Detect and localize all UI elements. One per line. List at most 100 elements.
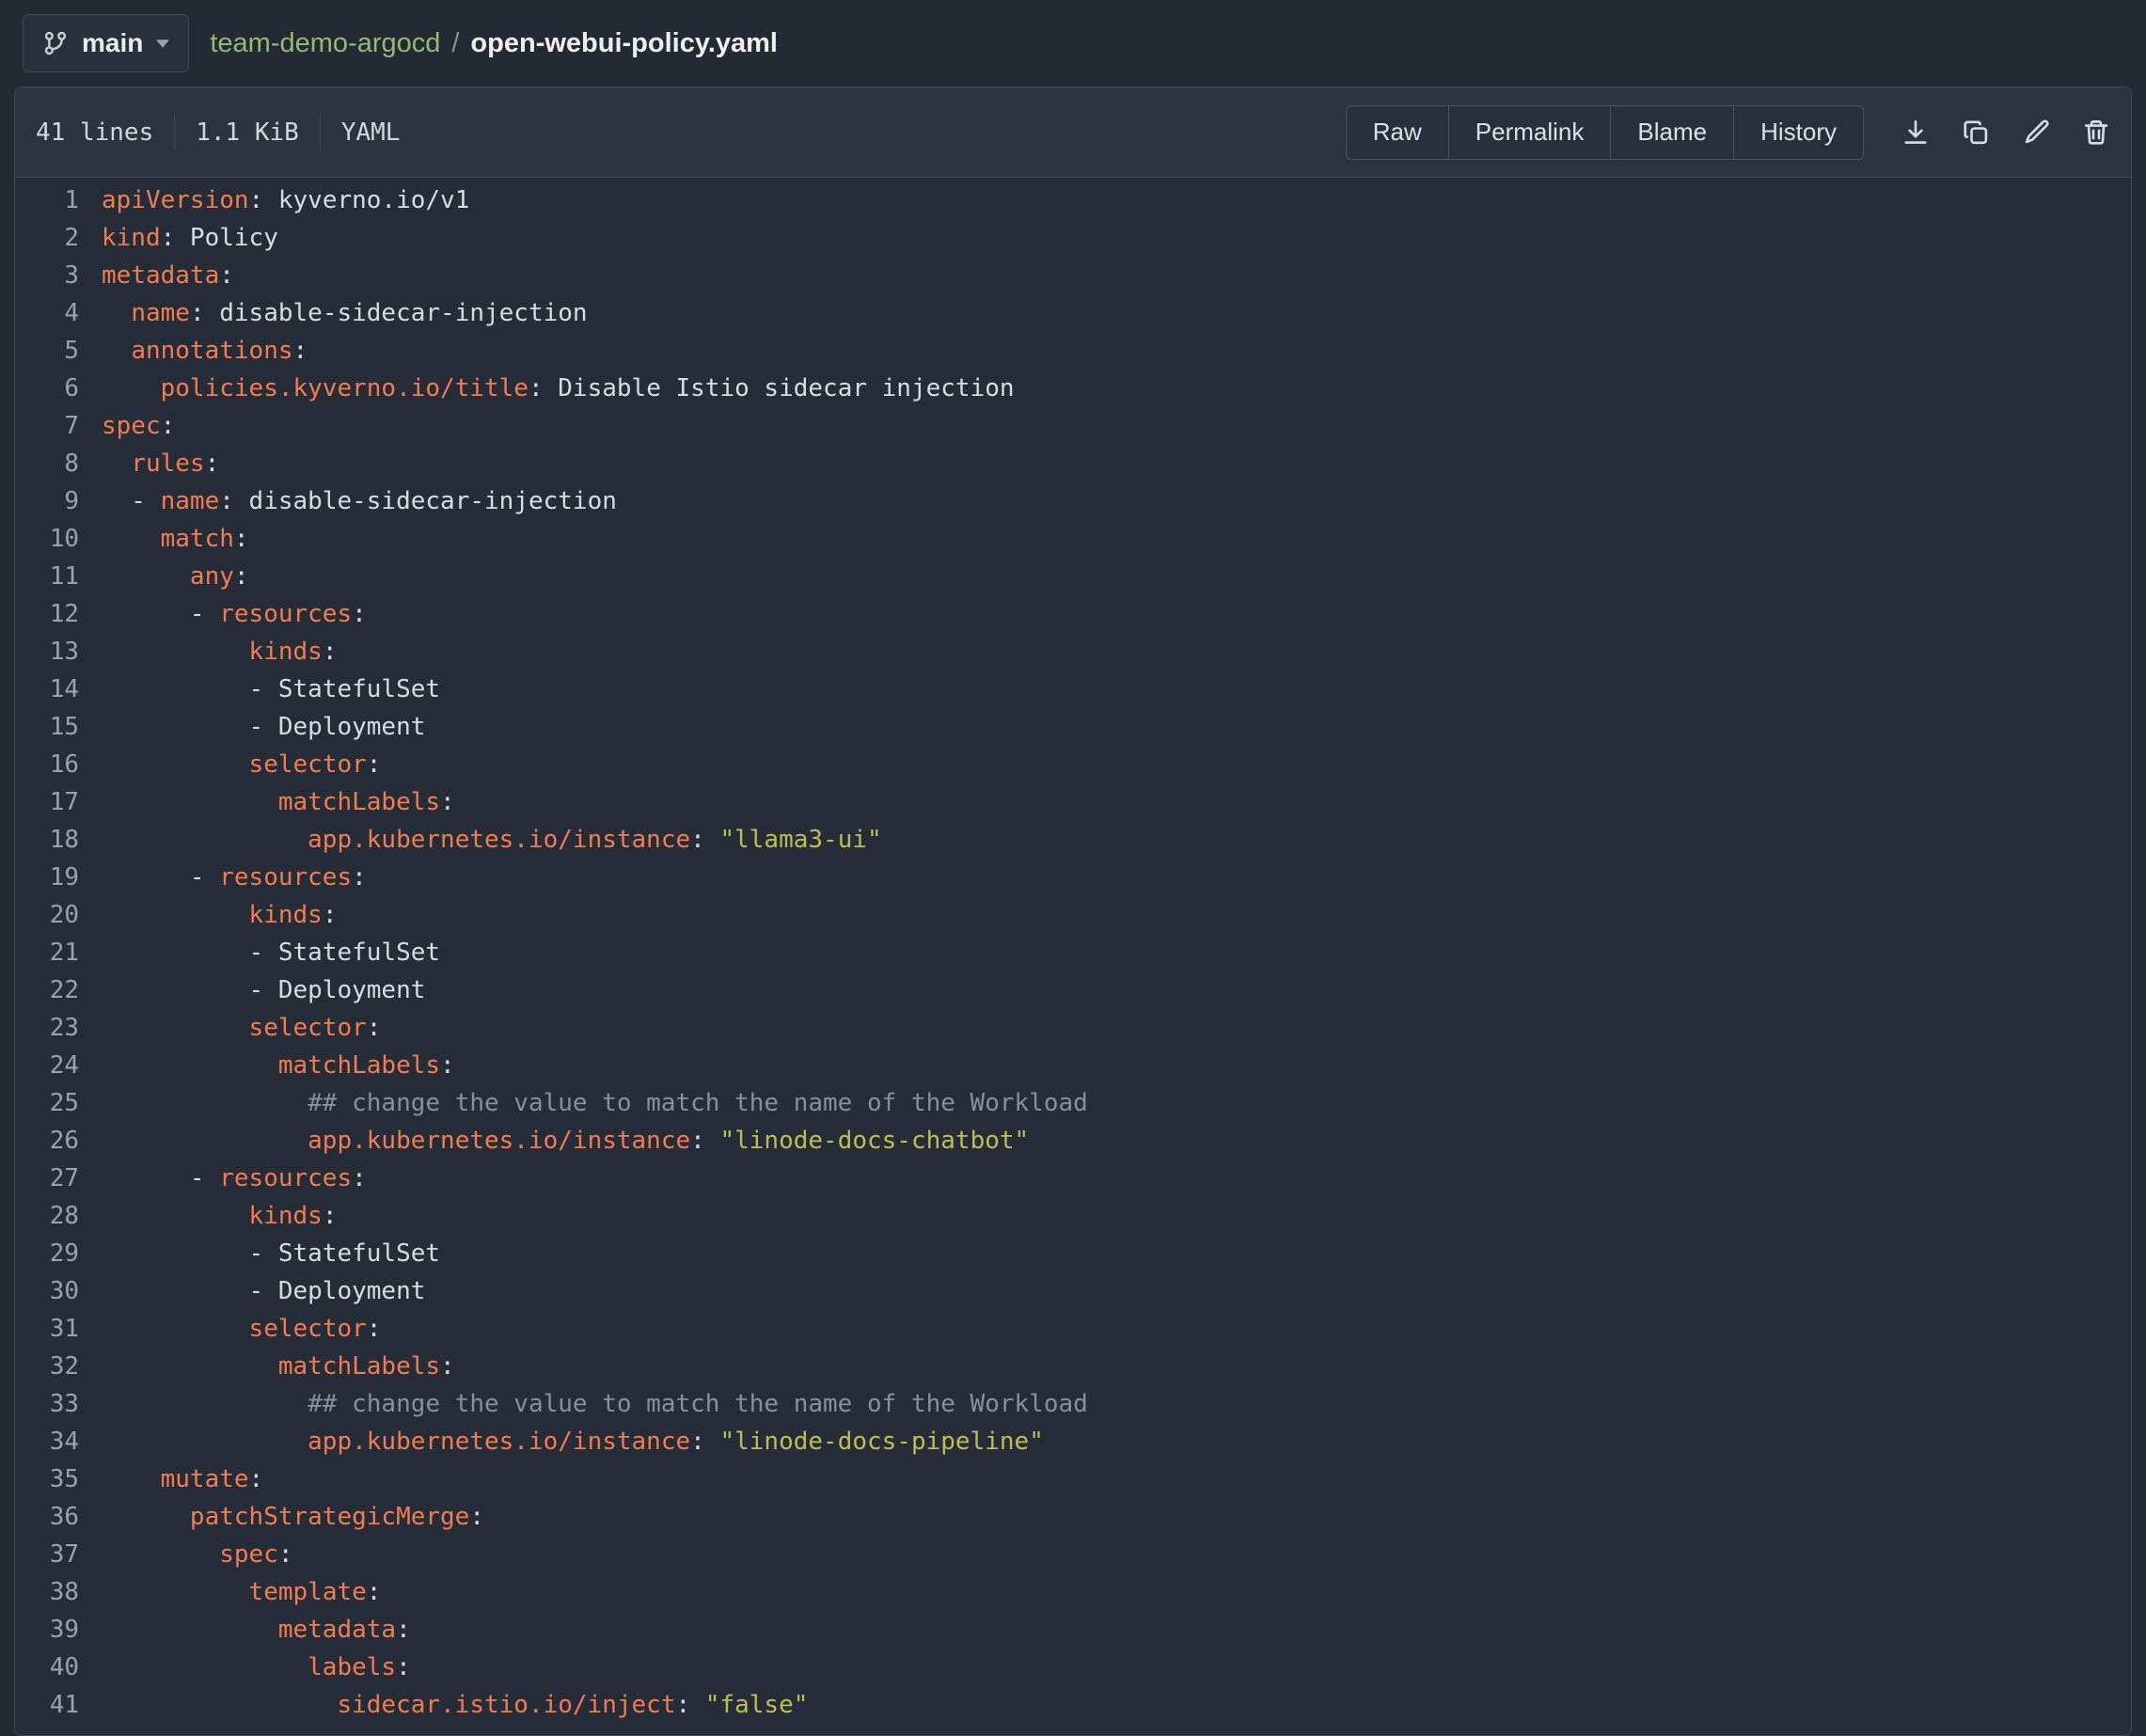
- breadcrumb: team-demo-argocd / open-webui-policy.yam…: [210, 28, 778, 59]
- code-line: 13 kinds:: [15, 633, 2131, 671]
- branch-selector[interactable]: main: [23, 14, 189, 72]
- line-number[interactable]: 20: [15, 896, 102, 934]
- line-number[interactable]: 11: [15, 558, 102, 595]
- line-number[interactable]: 4: [15, 294, 102, 332]
- code-line: 14 - StatefulSet: [15, 671, 2131, 708]
- line-number[interactable]: 21: [15, 934, 102, 971]
- code-line: 35 mutate:: [15, 1460, 2131, 1498]
- line-number[interactable]: 2: [15, 219, 102, 257]
- line-number[interactable]: 41: [15, 1686, 102, 1724]
- code-line: 12 - resources:: [15, 595, 2131, 633]
- line-number[interactable]: 1: [15, 181, 102, 219]
- copy-icon: [1962, 118, 1990, 147]
- code-text: metadata:: [102, 1611, 411, 1649]
- code-line: 26 app.kubernetes.io/instance: "linode-d…: [15, 1122, 2131, 1160]
- line-number[interactable]: 27: [15, 1160, 102, 1197]
- line-number[interactable]: 37: [15, 1536, 102, 1573]
- line-number[interactable]: 9: [15, 482, 102, 520]
- code-line: 24 matchLabels:: [15, 1047, 2131, 1084]
- line-number[interactable]: 8: [15, 445, 102, 482]
- line-number[interactable]: 19: [15, 859, 102, 896]
- code-text: any:: [102, 558, 249, 595]
- code-line: 39 metadata:: [15, 1611, 2131, 1649]
- line-number[interactable]: 30: [15, 1272, 102, 1310]
- code-text: mutate:: [102, 1460, 263, 1498]
- line-number[interactable]: 35: [15, 1460, 102, 1498]
- code-line: 38 template:: [15, 1573, 2131, 1611]
- line-number[interactable]: 14: [15, 671, 102, 708]
- line-number[interactable]: 5: [15, 332, 102, 370]
- line-number[interactable]: 3: [15, 257, 102, 294]
- code-text: matchLabels:: [102, 1348, 455, 1385]
- line-number[interactable]: 7: [15, 407, 102, 445]
- file-lines-count: 41 lines: [36, 118, 153, 147]
- line-number[interactable]: 32: [15, 1348, 102, 1385]
- code-text: selector:: [102, 746, 381, 783]
- file-language: YAML: [341, 118, 401, 147]
- code-text: - name: disable-sidecar-injection: [102, 482, 617, 520]
- line-number[interactable]: 18: [15, 821, 102, 859]
- line-number[interactable]: 28: [15, 1197, 102, 1235]
- line-number[interactable]: 38: [15, 1573, 102, 1611]
- code-line: 21 - StatefulSet: [15, 934, 2131, 971]
- code-line: 7spec:: [15, 407, 2131, 445]
- line-number[interactable]: 34: [15, 1423, 102, 1460]
- line-number[interactable]: 13: [15, 633, 102, 671]
- code-line: 16 selector:: [15, 746, 2131, 783]
- line-number[interactable]: 17: [15, 783, 102, 821]
- line-number[interactable]: 24: [15, 1047, 102, 1084]
- line-number[interactable]: 15: [15, 708, 102, 746]
- delete-button[interactable]: [2082, 118, 2110, 147]
- code-text: app.kubernetes.io/instance: "linode-docs…: [102, 1423, 1044, 1460]
- code-line: 18 app.kubernetes.io/instance: "llama3-u…: [15, 821, 2131, 859]
- code-text: - Deployment: [102, 1272, 425, 1310]
- code-text: match:: [102, 520, 249, 558]
- line-number[interactable]: 25: [15, 1084, 102, 1122]
- permalink-button[interactable]: Permalink: [1448, 105, 1612, 160]
- code-text: - resources:: [102, 595, 367, 633]
- code-text: kind: Policy: [102, 219, 278, 257]
- line-number[interactable]: 40: [15, 1649, 102, 1686]
- code-text: app.kubernetes.io/instance: "linode-docs…: [102, 1122, 1029, 1160]
- breadcrumb-repo-link[interactable]: team-demo-argocd: [210, 28, 440, 59]
- code-text: spec:: [102, 407, 175, 445]
- code-text: policies.kyverno.io/title: Disable Istio…: [102, 370, 1015, 407]
- code-line: 23 selector:: [15, 1009, 2131, 1047]
- line-number[interactable]: 10: [15, 520, 102, 558]
- file-view-panel: 41 lines 1.1 KiB YAML Raw Permalink Blam…: [14, 87, 2132, 1736]
- code-line: 33 ## change the value to match the name…: [15, 1385, 2131, 1423]
- code-line: 40 labels:: [15, 1649, 2131, 1686]
- code-text: - StatefulSet: [102, 671, 440, 708]
- file-size: 1.1 KiB: [196, 118, 299, 147]
- line-number[interactable]: 16: [15, 746, 102, 783]
- code-text: kinds:: [102, 633, 337, 671]
- raw-button[interactable]: Raw: [1346, 105, 1449, 160]
- copy-button[interactable]: [1962, 118, 1990, 147]
- blame-button[interactable]: Blame: [1610, 105, 1734, 160]
- line-number[interactable]: 22: [15, 971, 102, 1009]
- code-line: 3metadata:: [15, 257, 2131, 294]
- download-icon: [1901, 118, 1930, 147]
- line-number[interactable]: 31: [15, 1310, 102, 1348]
- history-button[interactable]: History: [1733, 105, 1864, 160]
- file-actions-group: Raw Permalink Blame History: [1346, 105, 1864, 160]
- code-text: - StatefulSet: [102, 1235, 440, 1272]
- line-number[interactable]: 6: [15, 370, 102, 407]
- line-number[interactable]: 29: [15, 1235, 102, 1272]
- line-number[interactable]: 23: [15, 1009, 102, 1047]
- line-number[interactable]: 26: [15, 1122, 102, 1160]
- download-button[interactable]: [1901, 118, 1930, 147]
- code-line: 31 selector:: [15, 1310, 2131, 1348]
- edit-button[interactable]: [2022, 118, 2050, 147]
- line-number[interactable]: 12: [15, 595, 102, 633]
- code-text: template:: [102, 1573, 381, 1611]
- line-number[interactable]: 36: [15, 1498, 102, 1536]
- code-line: 27 - resources:: [15, 1160, 2131, 1197]
- line-number[interactable]: 33: [15, 1385, 102, 1423]
- code-text: matchLabels:: [102, 1047, 455, 1084]
- git-branch-icon: [42, 30, 69, 56]
- code-text: annotations:: [102, 332, 308, 370]
- line-number[interactable]: 39: [15, 1611, 102, 1649]
- code-line: 2kind: Policy: [15, 219, 2131, 257]
- code-viewer: 1apiVersion: kyverno.io/v12kind: Policy3…: [15, 178, 2131, 1735]
